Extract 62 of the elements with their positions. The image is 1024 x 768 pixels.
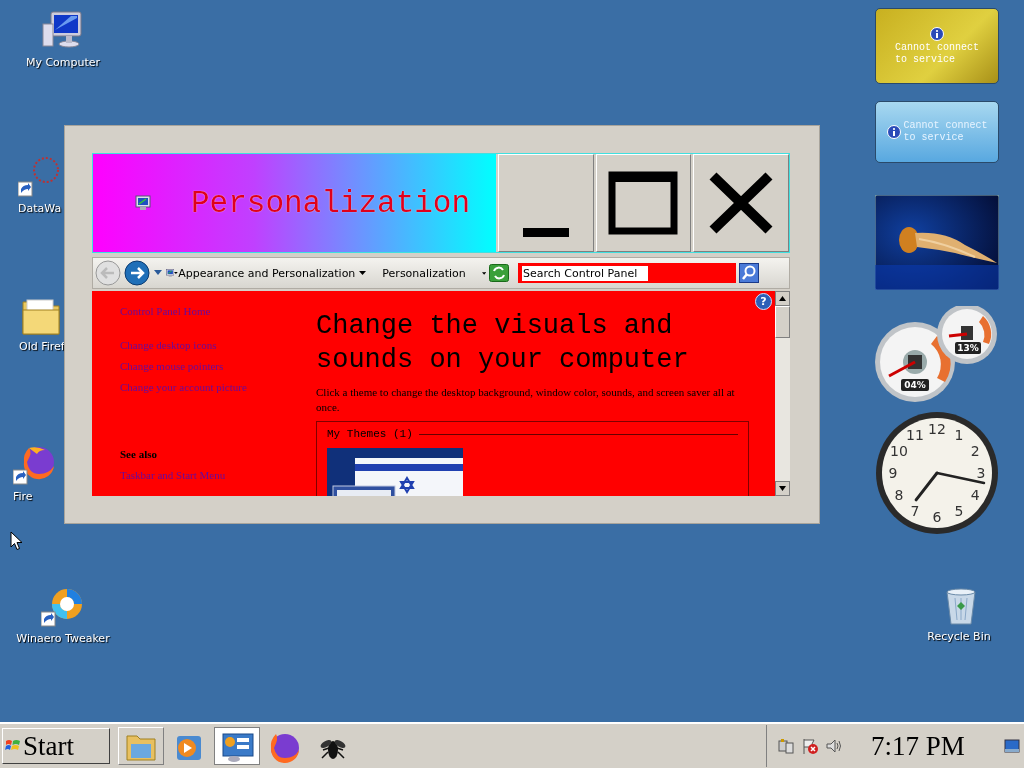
clock-numeral: 10 [890,443,908,459]
start-button[interactable]: Start [2,728,110,764]
maximize-icon [608,171,679,235]
search-field[interactable]: Search Control Panel [518,263,736,283]
clock-numeral: 6 [932,509,942,525]
gauge-reading: 13% [957,343,979,353]
search-button[interactable] [739,263,759,283]
icon-label[interactable]: My Computer [25,56,101,69]
group-legend: My Themes (1) [327,428,413,440]
clock-numeral: 11 [906,426,924,443]
gadget-message: Cannot connect to service [895,41,979,66]
dropdown-caret-icon[interactable] [481,270,486,276]
icon-label[interactable]: Fire [13,490,33,503]
hour-hand [914,471,939,502]
memory-gauge [937,306,997,364]
speaker-icon[interactable] [825,737,843,755]
scroll-down-button[interactable] [775,481,790,496]
clock-numeral: 2 [970,443,980,459]
gauge-reading: 04% [904,380,926,390]
clock-numeral: 4 [970,487,980,503]
icon-label[interactable]: Recycle Bin [927,630,991,643]
minimize-button[interactable] [497,154,594,252]
minimize-icon [522,228,569,237]
caret-icon[interactable] [359,271,367,275]
show-desktop-icon[interactable] [1004,739,1020,753]
icon-label[interactable]: Old Firef [19,340,65,353]
help-button[interactable]: ? [755,293,772,310]
clock-numeral: 8 [894,487,904,503]
window-title: Personalization [191,185,471,221]
clock-numeral: 12 [928,421,946,437]
info-icon [886,125,901,139]
clock-numeral: 7 [910,503,920,520]
page-heading: Change the visuals and sounds on your computer [316,310,690,377]
maximize-button[interactable] [595,154,692,252]
breadcrumb-item[interactable]: Personalization [382,266,466,280]
info-icon [930,26,944,41]
tweaker-shortcut-icon[interactable] [41,586,85,628]
clock-time[interactable]: 7:17 PM [871,730,965,762]
caret-icon[interactable] [174,271,179,275]
cursor-icon [10,531,23,551]
app-shortcut-icon[interactable] [18,156,62,198]
network-icon[interactable] [777,737,795,755]
taskbar-button[interactable] [214,727,260,765]
icon-label[interactable]: Winaero Tweaker [16,632,110,645]
breadcrumb-item[interactable]: Appearance and Personalization [178,266,367,280]
scroll-thumb[interactable] [775,306,790,338]
scroll-up-button[interactable] [775,291,790,306]
clock-numeral: 1 [954,426,964,443]
clock-numeral: 3 [976,465,986,481]
icon-label[interactable]: DataWa [18,202,62,215]
refresh-button[interactable] [489,264,509,282]
gadget-message: Cannot connect to service [903,120,988,144]
clock-numeral: 9 [888,465,898,481]
forward-button[interactable] [124,260,150,286]
flag-alert-icon[interactable] [801,737,819,755]
close-button[interactable] [693,154,789,252]
clock-numeral: 5 [954,503,964,520]
firefox-shortcut-icon[interactable] [13,444,57,486]
close-icon [709,172,774,234]
section-heading: See also [120,448,158,460]
description-text: Click a theme to change the desktop background, window color, sounds, and screen saver all at once. [316,385,736,415]
control-panel-icon [135,195,151,211]
